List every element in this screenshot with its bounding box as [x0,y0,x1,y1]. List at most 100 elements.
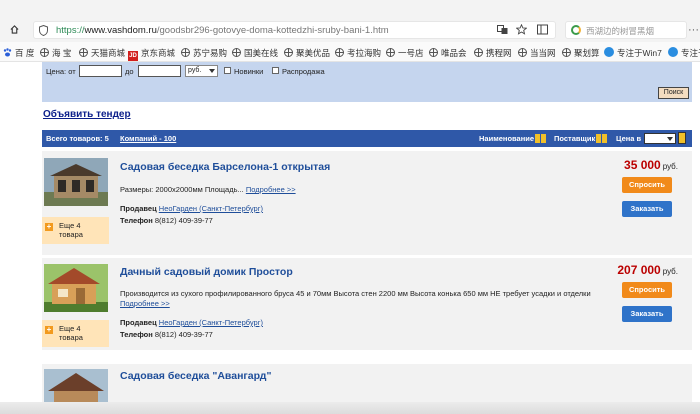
browser-toolbar: https://www.vashdom.ru/goodsbr296-gotovy… [0,0,700,42]
search-box[interactable]: 西湖边的树冒黑烟 [565,21,687,39]
announce-tender-link[interactable]: Объявить тендер [43,109,131,120]
globe-icon [474,48,483,57]
new-checkbox[interactable] [224,67,231,74]
bookmark-win7[interactable]: 专注于Win7 [604,47,662,59]
more-menu-icon[interactable]: ··· [688,24,699,36]
bookmark-label: 当当网 [530,48,556,58]
currency-select[interactable]: руб. [185,65,218,77]
bookmark-dangdang[interactable]: 当当网 [518,47,556,59]
product-image[interactable] [44,369,108,402]
bookmarks-bar: 百 度 海 宝 天猫商城 JD 京东商城 苏宁易购 国美在线 聚美优品 考拉海购 … [0,42,700,62]
globe-icon [429,48,438,57]
bookmark-tmall[interactable]: 天猫商城 [79,47,125,59]
bookmark-label: 国美在线 [244,48,279,58]
bookmark-suning[interactable]: 苏宁易购 [181,47,227,59]
more-products-box[interactable]: + Еще 4 товара [42,320,109,347]
product-price: 35 000 руб. [624,158,678,172]
bookmark-juhuasuan[interactable]: 聚划算 [562,47,600,59]
bookmark-vip[interactable]: 唯品会 [429,47,467,59]
total-count: Всего товаров: 5 [46,134,109,143]
globe-icon [386,48,395,57]
product-title[interactable]: Дачный садовый домик Простор [120,266,293,278]
sort-name-label: Наименование [479,134,535,143]
product-description: Производится из сухого профилированного … [120,289,600,309]
sort-asc-icon[interactable] [535,134,541,143]
more-products-label: Еще 4 товара [59,221,83,239]
bookmark-ctrip[interactable]: 携程网 [474,47,512,59]
companies-link[interactable]: Компаний - 100 [120,134,176,143]
product-row: + Еще 4 товара Дачный садовый домик Прос… [42,258,692,350]
more-products-label: Еще 4 товара [59,324,83,342]
bookmark-label: 专注于 [681,48,700,58]
product-image[interactable] [44,264,108,312]
chevron-down-icon [209,69,215,73]
win7-icon [604,47,614,57]
collections-icon[interactable] [537,24,548,35]
bookmark-label: 专注于Win7 [617,48,662,58]
product-title[interactable]: Садовая беседка "Авангард" [120,370,271,382]
bookmark-baidu[interactable]: 百 度 [3,47,34,59]
sort-supplier-label: Поставщик [554,134,596,143]
product-row: Садовая беседка "Авангард" [42,364,692,402]
chevron-down-icon [667,137,673,141]
shield-icon[interactable] [39,25,48,36]
price-to-label: до [125,67,134,76]
seller-link[interactable]: НеоГарден (Санкт-Петербург) [159,318,263,327]
sort-desc-icon[interactable] [541,134,547,143]
seller-info: Продавец НеоГарден (Санкт-Петербург) [120,318,263,327]
bookmark-gome[interactable]: 国美在线 [232,47,278,59]
bookmark-label: 京东商城 [141,48,176,58]
price-filter-panel: Цена: от до руб. Новинки Распродажа Поис… [42,62,692,102]
horizontal-scrollbar[interactable] [0,402,700,414]
bookmark-taobao[interactable]: 海 宝 [40,47,71,59]
phone-info: Телефон 8(812) 409-39-77 [120,330,213,339]
ask-button[interactable]: Спросить [622,177,672,193]
sale-checkbox[interactable] [272,67,279,74]
bookmark-label: 一号店 [398,48,424,58]
search-button[interactable]: Поиск [658,87,689,99]
phone-label: Телефон [120,216,153,225]
sort-by-name[interactable]: Наименование [479,134,547,143]
sort-price-label: Цена в [616,134,642,143]
order-button[interactable]: Заказать [622,201,672,217]
seller-link[interactable]: НеоГарден (Санкт-Петербург) [159,204,263,213]
url-text[interactable]: https://www.vashdom.ru/goodsbr296-gotovy… [56,25,389,36]
globe-icon [335,48,344,57]
sort-asc-icon[interactable] [596,134,602,143]
home-icon[interactable] [10,25,19,34]
seller-info: Продавец НеоГарден (Санкт-Петербург) [120,204,263,213]
price-currency-select[interactable] [644,133,676,144]
sort-desc-icon[interactable] [602,134,608,143]
phone-number: 8(812) 409-39-77 [154,330,213,339]
star-icon[interactable] [516,24,527,35]
bookmark-kaola[interactable]: 考拉海购 [335,47,381,59]
product-image[interactable] [44,158,108,206]
ask-button[interactable]: Спросить [622,282,672,298]
bookmark-jumei[interactable]: 聚美优品 [284,47,330,59]
bookmark-jd[interactable]: JD 京东商城 [128,47,175,61]
globe-icon [232,48,241,57]
bookmark-yhd[interactable]: 一号店 [386,47,424,59]
more-products-box[interactable]: + Еще 4 товара [42,217,109,244]
seller-label: Продавец [120,318,157,327]
details-link[interactable]: Подробнее >> [246,185,296,194]
price-to-input[interactable] [138,65,181,77]
address-bar[interactable]: https://www.vashdom.ru/goodsbr296-gotovy… [33,21,556,39]
win7-icon [668,47,678,57]
order-button[interactable]: Заказать [622,306,672,322]
globe-icon [562,48,571,57]
product-row: + Еще 4 товара Садовая беседка Барселона… [42,151,692,255]
product-title[interactable]: Садовая беседка Барселона-1 открытая [120,161,330,173]
phone-info: Телефон 8(812) 409-39-77 [120,216,213,225]
price-sort-icon[interactable] [678,132,686,144]
bookmark-label: 海 宝 [52,48,72,58]
sort-by-supplier[interactable]: Поставщик [554,134,608,143]
globe-icon [40,48,49,57]
jd-icon: JD [128,51,138,61]
price-value: 207 000 [617,263,661,277]
bookmark-win7-2[interactable]: 专注于 [668,47,700,59]
bookmark-label: 聚美优品 [296,48,331,58]
price-from-input[interactable] [79,65,122,77]
translate-icon[interactable] [497,24,508,35]
details-link[interactable]: Подробнее >> [120,299,170,308]
